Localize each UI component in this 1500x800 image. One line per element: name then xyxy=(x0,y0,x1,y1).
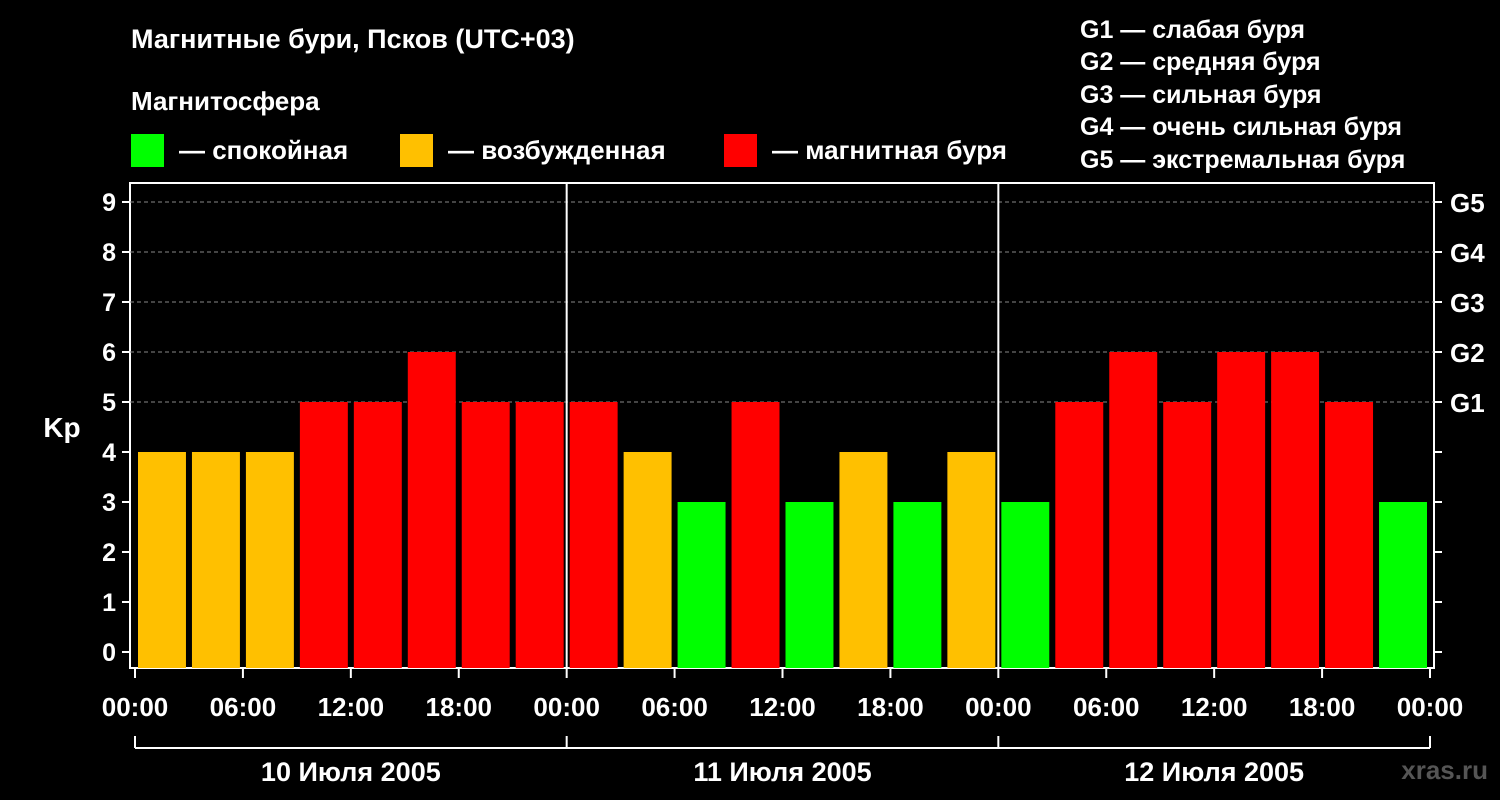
y-tick-label: 4 xyxy=(102,439,116,467)
bar xyxy=(569,402,618,668)
bar xyxy=(1109,352,1158,668)
bar xyxy=(947,452,996,668)
bar xyxy=(191,452,240,668)
bar xyxy=(623,452,672,668)
bar xyxy=(1271,352,1320,668)
bar xyxy=(1217,352,1266,668)
x-tick-label: 12:00 xyxy=(1181,692,1248,722)
y-tick-label: 3 xyxy=(102,489,116,517)
bar xyxy=(1163,402,1212,668)
x-tick-label: 06:00 xyxy=(641,692,708,722)
bar xyxy=(1055,402,1104,668)
bar xyxy=(245,452,294,668)
bar xyxy=(515,402,564,668)
bar xyxy=(407,352,456,668)
day-label: 12 Июля 2005 xyxy=(1124,757,1304,787)
bar xyxy=(138,452,186,668)
x-tick-label: 18:00 xyxy=(1289,692,1356,722)
bar xyxy=(731,402,780,668)
y-tick-label: 9 xyxy=(102,189,116,217)
bar xyxy=(677,502,726,668)
x-tick-label: 00:00 xyxy=(533,692,600,722)
bar xyxy=(1325,402,1374,668)
y-tick-label: 8 xyxy=(102,239,116,267)
x-tick-label: 12:00 xyxy=(318,692,385,722)
x-tick-label: 00:00 xyxy=(965,692,1032,722)
x-tick-label: 18:00 xyxy=(426,692,493,722)
bar xyxy=(299,402,348,668)
x-tick-label: 12:00 xyxy=(749,692,816,722)
y-axis-label: Kp xyxy=(43,412,80,443)
y-tick-label: 5 xyxy=(102,389,116,417)
right-tick-label: G5 xyxy=(1450,188,1485,218)
source-watermark: xras.ru xyxy=(1401,755,1488,785)
y-tick-label: 7 xyxy=(102,289,116,317)
day-label: 11 Июля 2005 xyxy=(693,757,871,787)
y-tick-label: 6 xyxy=(102,339,116,367)
bar xyxy=(839,452,888,668)
bar xyxy=(1001,502,1050,668)
x-tick-label: 00:00 xyxy=(1397,692,1464,722)
y-tick-label: 0 xyxy=(102,639,116,667)
right-tick-label: G3 xyxy=(1450,288,1485,318)
bar xyxy=(785,502,834,668)
bar xyxy=(1379,502,1427,668)
bar xyxy=(461,402,510,668)
y-tick-label: 1 xyxy=(102,589,116,617)
bar xyxy=(353,402,402,668)
x-tick-label: 06:00 xyxy=(1073,692,1140,722)
x-tick-label: 00:00 xyxy=(102,692,169,722)
day-label: 10 Июля 2005 xyxy=(261,757,441,787)
x-tick-label: 18:00 xyxy=(857,692,924,722)
right-tick-label: G1 xyxy=(1450,388,1485,418)
kp-bar-chart: 0 1 2 3 4 5 6 7 8 9 G1 G2 G3 G4 G5 Kp 00:00 06:00 12:00 18:… xyxy=(43,182,1485,787)
right-tick-label: G2 xyxy=(1450,338,1485,368)
y-tick-label: 2 xyxy=(102,539,116,567)
bar xyxy=(893,502,942,668)
right-tick-label: G4 xyxy=(1450,238,1485,268)
x-tick-label: 06:00 xyxy=(210,692,277,722)
